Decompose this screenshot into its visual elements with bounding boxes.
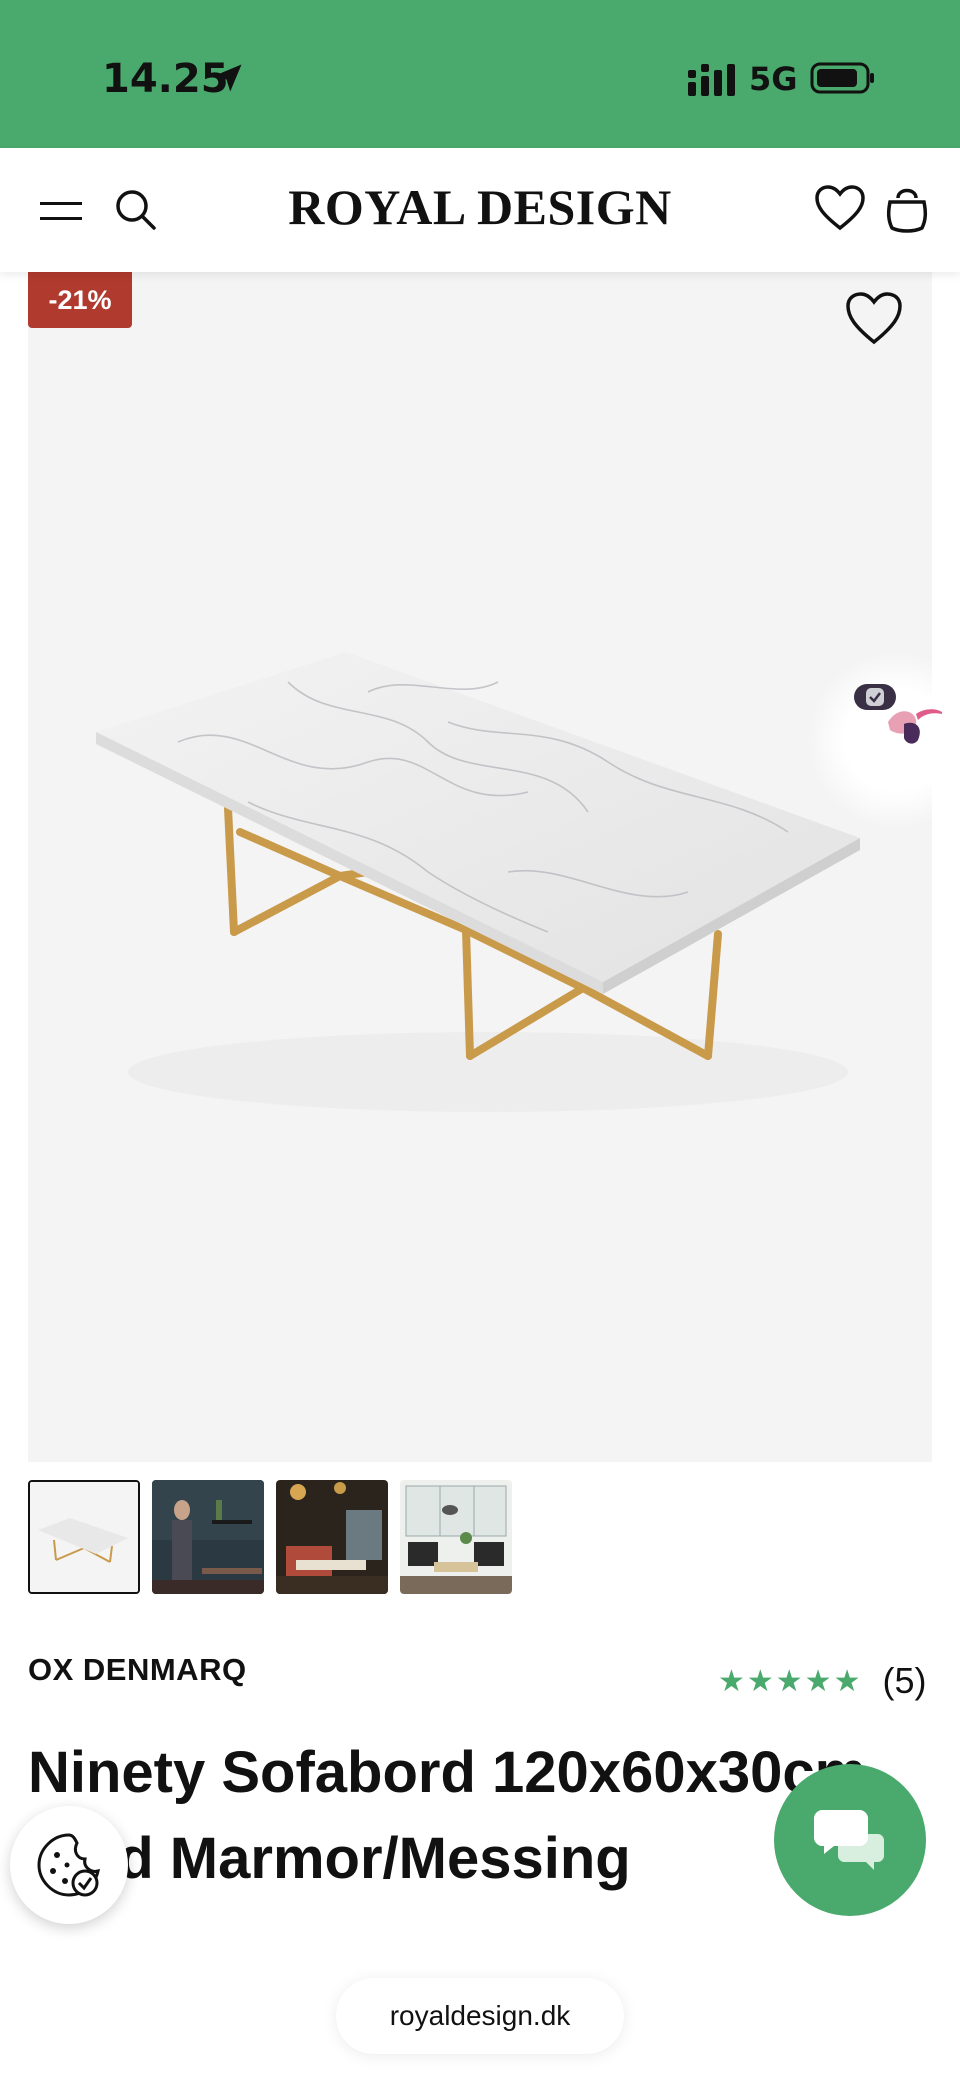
wishlist-heart-icon[interactable] (844, 290, 904, 346)
chat-button[interactable] (774, 1764, 926, 1916)
status-bar: 14.25 5G (0, 0, 960, 148)
browser-url-bar[interactable]: royaldesign.dk (336, 1978, 624, 2054)
thumbnail-2[interactable] (152, 1480, 264, 1594)
thumbnail-living-room-image (400, 1480, 512, 1594)
check-icon (866, 688, 884, 706)
thumbnail-table-image (30, 1482, 138, 1592)
rating-count: (5) (882, 1660, 927, 1701)
chat-bubbles-icon (814, 1810, 884, 1870)
heart-icon[interactable] (814, 184, 866, 232)
thumbnail-4[interactable] (400, 1480, 512, 1594)
product-main-image[interactable] (28, 272, 932, 1462)
thumbnail-interior-image (152, 1480, 264, 1594)
cellular-signal-icon (688, 64, 735, 96)
cookie-settings-button[interactable] (10, 1806, 128, 1924)
location-arrow-icon (214, 64, 242, 92)
widget-brand-icon (888, 709, 942, 744)
marble-table-illustration (96, 652, 860, 1112)
star-rating-icon: ★★★★★ (718, 1663, 863, 1699)
shopping-bag-icon[interactable] (884, 182, 930, 234)
battery-icon (810, 62, 874, 94)
cookie-settings-icon (37, 1833, 100, 1897)
product-rating[interactable]: ★★★★★ (5) (718, 1660, 926, 1702)
thumbnail-1[interactable] (28, 1480, 140, 1594)
discount-badge: -21% (28, 272, 132, 328)
product-brand[interactable]: OX DENMARQ (28, 1652, 247, 1688)
thumbnail-3[interactable] (276, 1480, 388, 1594)
thumbnail-lounge-image (276, 1480, 388, 1594)
site-header: ROYAL DESIGN (0, 148, 960, 272)
network-type: 5G (749, 60, 798, 98)
